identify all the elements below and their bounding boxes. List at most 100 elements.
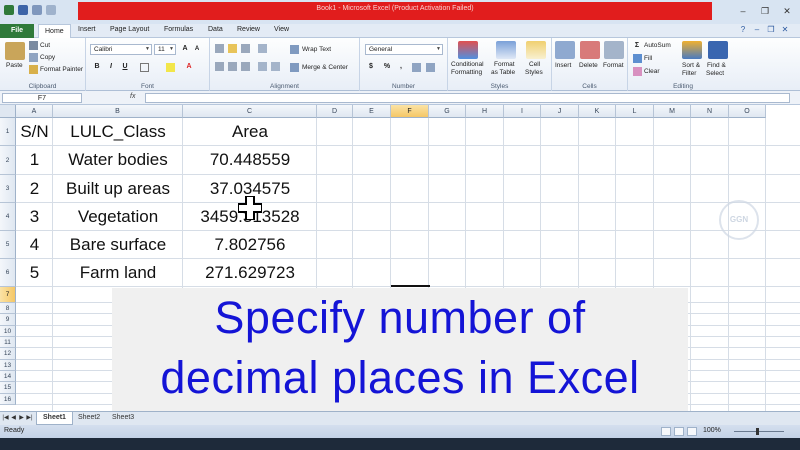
formula-input[interactable]	[145, 93, 790, 103]
cell-styles-icon[interactable]	[526, 41, 546, 59]
cell-c5[interactable]: 7.802756	[183, 235, 317, 255]
clear-button[interactable]: Clear	[644, 68, 660, 75]
cell-b6[interactable]: Farm land	[53, 263, 183, 283]
bold-button[interactable]: B	[92, 62, 102, 72]
workbook-close-icon[interactable]: ✕	[780, 25, 790, 35]
format-cells-button[interactable]: Format	[603, 62, 624, 69]
insert-cells-icon[interactable]	[555, 41, 575, 59]
minimize-icon[interactable]: –	[734, 5, 752, 17]
last-sheet-icon[interactable]: ▶|	[26, 414, 33, 423]
shrink-font-icon[interactable]: A	[192, 44, 202, 54]
copy-button[interactable]: Copy	[40, 54, 55, 61]
first-sheet-icon[interactable]: |◀	[2, 414, 9, 423]
paste-button[interactable]: Paste	[6, 62, 23, 69]
align-left-icon[interactable]	[215, 62, 224, 71]
format-as-table-line2[interactable]: as Table	[491, 69, 515, 76]
column-header-n[interactable]: N	[691, 105, 729, 118]
cell-b3[interactable]: Built up areas	[53, 179, 183, 199]
zoom-level[interactable]: 100%	[703, 427, 721, 434]
normal-view-icon[interactable]	[661, 427, 671, 436]
format-painter-button[interactable]: Format Painter	[40, 66, 83, 73]
restore-icon[interactable]: ❐	[756, 5, 774, 17]
save-icon[interactable]	[18, 5, 28, 15]
row-header-6[interactable]: 6	[0, 259, 16, 287]
column-header-d[interactable]: D	[317, 105, 353, 118]
row-header-14[interactable]: 14	[0, 371, 16, 382]
zoom-slider-handle[interactable]	[756, 428, 759, 435]
row-header-5[interactable]: 5	[0, 231, 16, 259]
insert-cells-button[interactable]: Insert	[555, 62, 571, 69]
row-header-13[interactable]: 13	[0, 360, 16, 371]
delete-cells-icon[interactable]	[580, 41, 600, 59]
wrap-text-icon[interactable]	[290, 45, 299, 54]
cell-styles-line1[interactable]: Cell	[529, 61, 540, 68]
percent-button[interactable]: %	[382, 62, 392, 72]
ribbon-minimize-icon[interactable]: –	[752, 25, 762, 35]
autosum-icon[interactable]: Σ	[632, 41, 642, 51]
conditional-formatting-line1[interactable]: Conditional	[451, 61, 484, 68]
increase-decimal-icon[interactable]	[412, 63, 421, 72]
sheet-tab-sheet2[interactable]: Sheet2	[72, 412, 106, 425]
column-header-m[interactable]: M	[654, 105, 691, 118]
prev-sheet-icon[interactable]: ◀	[10, 414, 17, 423]
redo-icon[interactable]	[46, 5, 56, 15]
fill-color-icon[interactable]	[166, 63, 175, 72]
fill-button[interactable]: Fill	[644, 55, 652, 62]
cell-c6[interactable]: 271.629723	[183, 263, 317, 283]
align-right-icon[interactable]	[241, 62, 250, 71]
decrease-decimal-icon[interactable]	[426, 63, 435, 72]
next-sheet-icon[interactable]: ▶	[18, 414, 25, 423]
cell-b5[interactable]: Bare surface	[53, 235, 183, 255]
undo-icon[interactable]	[32, 5, 42, 15]
cell-a2[interactable]: 1	[16, 150, 53, 170]
comma-style-button[interactable]: ,	[396, 62, 406, 72]
cell-a4[interactable]: 3	[16, 207, 53, 227]
column-header-a[interactable]: A	[16, 105, 53, 118]
find-select-line1[interactable]: Find &	[707, 62, 726, 69]
cell-a3[interactable]: 2	[16, 179, 53, 199]
tab-insert[interactable]: Insert	[78, 26, 96, 33]
sheet-tab-sheet1[interactable]: Sheet1	[36, 412, 73, 425]
italic-button[interactable]: I	[106, 62, 116, 72]
format-as-table-line1[interactable]: Format	[494, 61, 515, 68]
number-format-select[interactable]: General ▼	[365, 44, 443, 55]
underline-button[interactable]: U	[120, 62, 130, 72]
font-name-select[interactable]: Calibri ▼	[90, 44, 152, 55]
row-header-12[interactable]: 12	[0, 348, 16, 360]
row-header-9[interactable]: 9	[0, 314, 16, 326]
grow-font-icon[interactable]: A	[180, 44, 190, 54]
tab-page-layout[interactable]: Page Layout	[110, 26, 149, 33]
align-middle-icon[interactable]	[228, 44, 237, 53]
zoom-slider[interactable]	[734, 431, 784, 432]
merge-center-icon[interactable]	[290, 63, 299, 72]
name-box[interactable]: F7	[2, 93, 82, 103]
conditional-formatting-line2[interactable]: Formatting	[451, 69, 482, 76]
merge-center-button[interactable]: Merge & Center	[302, 64, 348, 71]
column-header-i[interactable]: I	[504, 105, 541, 118]
cell-a6[interactable]: 5	[16, 263, 53, 283]
sort-filter-icon[interactable]	[682, 41, 702, 59]
row-header-11[interactable]: 11	[0, 337, 16, 348]
ribbon-restore-icon[interactable]: ❐	[766, 25, 776, 35]
format-painter-icon[interactable]	[29, 65, 38, 74]
borders-icon[interactable]	[140, 63, 149, 72]
tab-formulas[interactable]: Formulas	[164, 26, 193, 33]
page-layout-view-icon[interactable]	[674, 427, 684, 436]
sheet-tab-sheet3[interactable]: Sheet3	[106, 412, 140, 425]
currency-button[interactable]: $	[366, 62, 376, 72]
row-header-15[interactable]: 15	[0, 382, 16, 394]
tab-review[interactable]: Review	[237, 26, 260, 33]
cut-button[interactable]: Cut	[40, 42, 50, 49]
increase-indent-icon[interactable]	[271, 62, 280, 71]
format-as-table-icon[interactable]	[496, 41, 516, 59]
sort-filter-line2[interactable]: Filter	[682, 70, 696, 77]
cell-a1[interactable]: S/N	[16, 122, 53, 142]
column-header-j[interactable]: J	[541, 105, 579, 118]
column-header-k[interactable]: K	[579, 105, 616, 118]
align-bottom-icon[interactable]	[241, 44, 250, 53]
find-select-icon[interactable]	[708, 41, 728, 59]
decrease-indent-icon[interactable]	[258, 62, 267, 71]
cell-c2[interactable]: 70.448559	[183, 150, 317, 170]
page-break-view-icon[interactable]	[687, 427, 697, 436]
row-header-4[interactable]: 4	[0, 203, 16, 231]
